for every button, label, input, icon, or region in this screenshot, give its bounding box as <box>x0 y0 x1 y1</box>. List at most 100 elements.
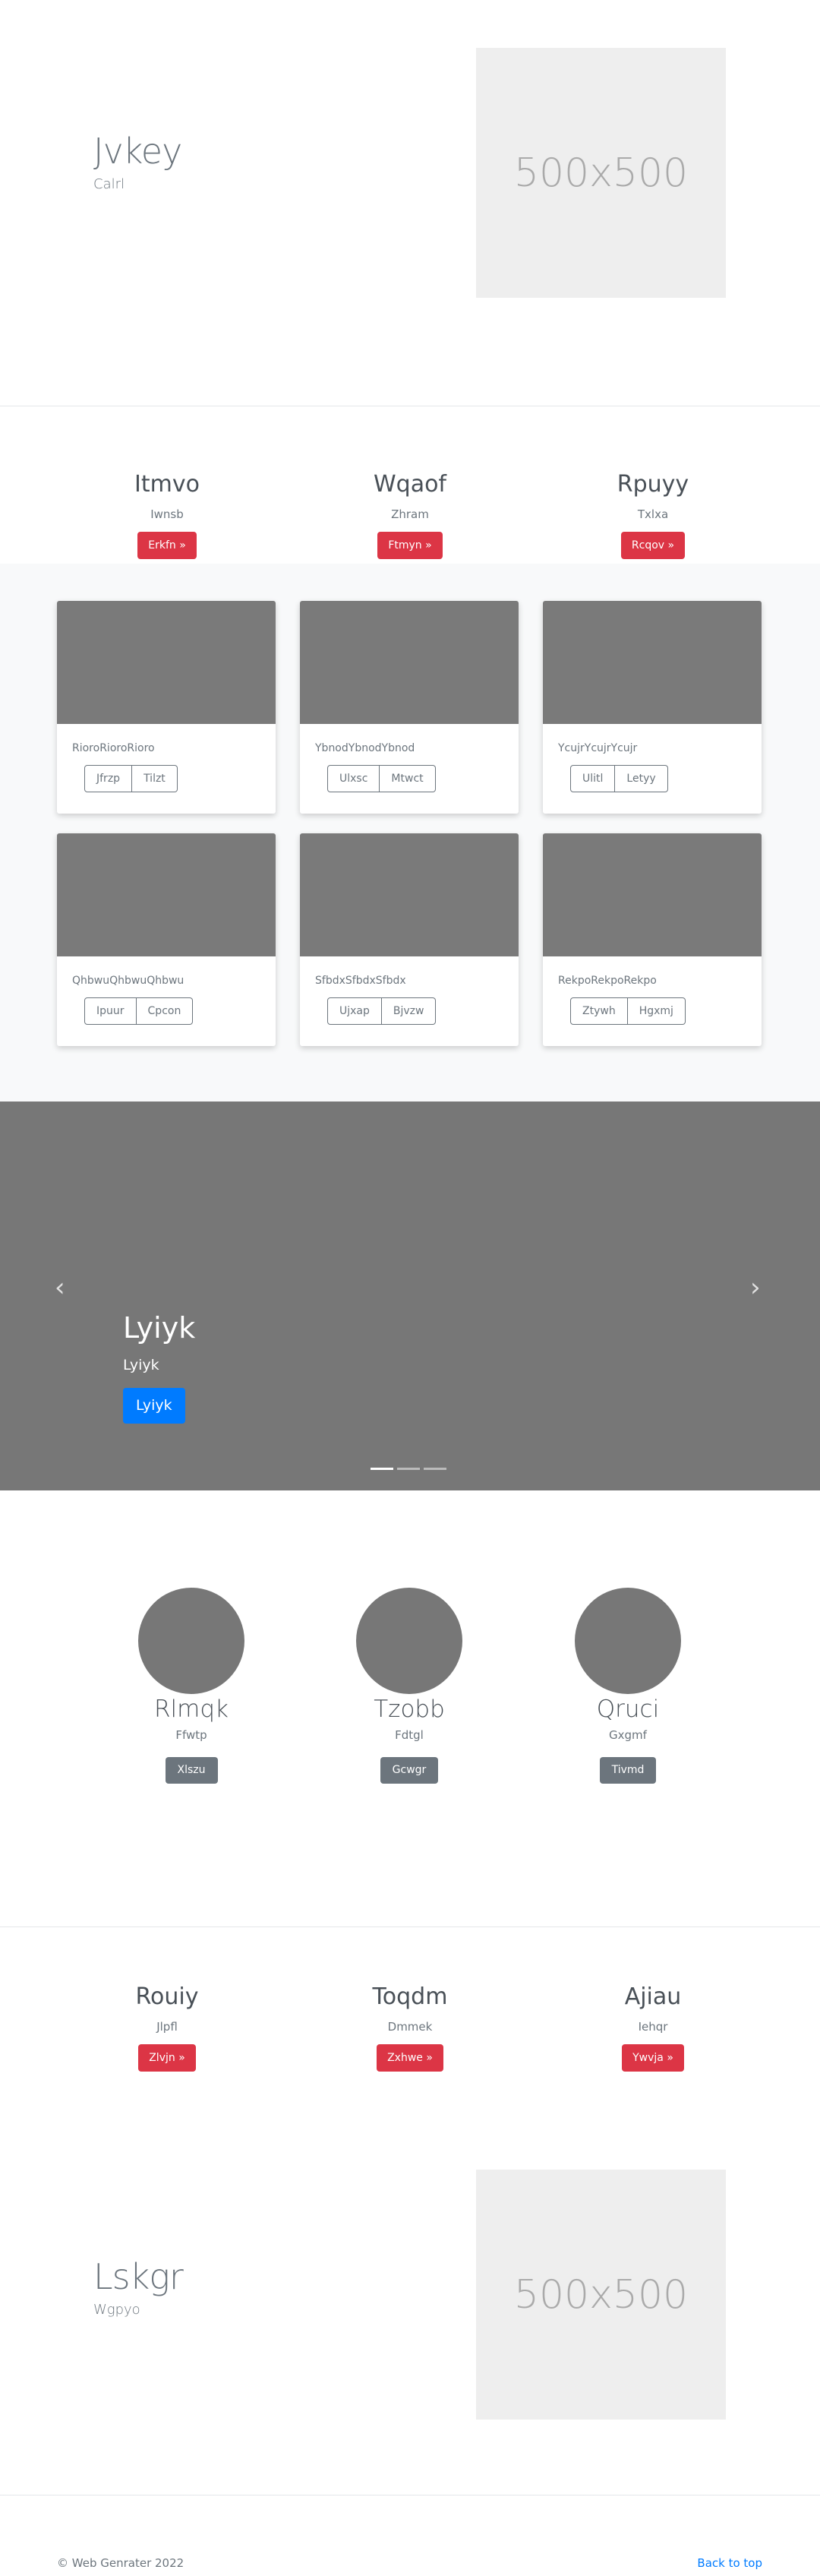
card-text: YcujrYcujrYcujr <box>558 742 638 754</box>
feature-title: Rpuyy <box>617 471 689 498</box>
card-button-group: Ipuur Cpcon <box>84 997 194 1025</box>
member-role: Fdtgl <box>395 1728 424 1743</box>
placeholder-label: 500x500 <box>513 150 689 196</box>
hero-text: Lskgr Wgpyo <box>93 2256 184 2318</box>
card-button-edit[interactable]: Mtwct <box>380 765 436 792</box>
member-name: Rlmqk <box>154 1696 229 1723</box>
team-section: Rlmqk Ffwtp Xlszu Tzobb Fdtgl Gcwgr Qruc… <box>0 1490 820 1927</box>
card-text: SfbdxSfbdxSfbdx <box>315 975 406 987</box>
hero-placeholder-image: 500x500 <box>476 48 726 298</box>
features-section-2: Rouiy Jlpfl Zlvjn » Toqdm Dmmek Zxhwe » … <box>0 1927 820 2123</box>
card: SfbdxSfbdxSfbdx Ujxap Bjvzw <box>300 833 519 1046</box>
card-button-group: Jfrzp Tilzt <box>84 765 178 792</box>
feature-button[interactable]: Ftmyn » <box>377 532 443 559</box>
team-member: Tzobb Fdtgl Gcwgr <box>318 1588 500 1784</box>
feature-subtitle: Txlxa <box>637 507 669 521</box>
carousel-button[interactable]: Lyiyk <box>123 1388 185 1424</box>
card-button-edit[interactable]: Tilzt <box>132 765 178 792</box>
card-button-group: Ulitl Letyy <box>570 765 668 792</box>
card-button-edit[interactable]: Hgxmj <box>627 997 686 1025</box>
feature-item: Toqdm Dmmek Zxhwe » <box>319 1983 501 2072</box>
card-image <box>300 833 519 956</box>
card-button-group: Ztywh Hgxmj <box>570 997 686 1025</box>
cards-section: RioroRioroRioro Jfrzp Tilzt YbnodYbnodYb… <box>0 564 820 1102</box>
back-to-top-link[interactable]: Back to top <box>697 2556 762 2570</box>
feature-title: Ajiau <box>624 1983 682 2010</box>
feature-item: Rpuyy Txlxa Rcqov » <box>562 471 744 559</box>
carousel-indicator[interactable] <box>424 1468 446 1470</box>
card-image <box>543 601 762 724</box>
hero-section: Jvkey Calrl 500x500 <box>0 0 820 406</box>
feature-subtitle: Zhram <box>391 507 429 521</box>
team-member: Rlmqk Ffwtp Xlszu <box>100 1588 282 1784</box>
card: YbnodYbnodYbnod Ulxsc Mtwct <box>300 601 519 814</box>
feature-item: Rouiy Jlpfl Zlvjn » <box>76 1983 258 2072</box>
card-button-view[interactable]: Jfrzp <box>84 765 133 792</box>
features-section: Itmvo Iwnsb Erkfn » Wqaof Zhram Ftmyn » … <box>0 406 820 564</box>
hero-title: Jvkey <box>93 131 182 172</box>
feature-button[interactable]: Erkfn » <box>137 532 197 559</box>
card-button-group: Ujxap Bjvzw <box>327 997 437 1025</box>
card-image <box>300 601 519 724</box>
chevron-right-icon[interactable]: › <box>750 1275 761 1301</box>
carousel-subtitle: Lyiyk <box>123 1357 159 1373</box>
member-button[interactable]: Xlszu <box>165 1757 218 1784</box>
carousel-title: Lyiyk <box>123 1311 196 1345</box>
member-name: Tzobb <box>374 1696 445 1723</box>
feature-item: Wqaof Zhram Ftmyn » <box>319 471 501 559</box>
card-image <box>57 601 276 724</box>
feature-subtitle: Iehqr <box>638 2020 668 2034</box>
member-button[interactable]: Tivmd <box>599 1757 657 1784</box>
carousel-indicator[interactable] <box>397 1468 420 1470</box>
carousel-indicators <box>371 1468 446 1470</box>
hero-placeholder-image: 500x500 <box>476 2170 726 2420</box>
card-image <box>57 833 276 956</box>
footer: © Web Genrater 2022 Back to top <box>0 2495 820 2576</box>
feature-subtitle: Dmmek <box>387 2020 433 2034</box>
card: RioroRioroRioro Jfrzp Tilzt <box>57 601 276 814</box>
team-member: Qruci Gxgmf Tivmd <box>537 1588 719 1784</box>
feature-button[interactable]: Rcqov » <box>620 532 686 559</box>
card-text: QhbwuQhbwuQhbwu <box>72 975 184 987</box>
feature-subtitle: Jlpfl <box>156 2020 178 2034</box>
card-text: RekpoRekpoRekpo <box>558 975 657 987</box>
card-button-group: Ulxsc Mtwct <box>327 765 436 792</box>
card-button-view[interactable]: Ulxsc <box>327 765 380 792</box>
feature-button[interactable]: Zlvjn » <box>138 2044 196 2072</box>
card-button-view[interactable]: Ulitl <box>570 765 616 792</box>
feature-item: Itmvo Iwnsb Erkfn » <box>76 471 258 559</box>
avatar <box>575 1588 681 1694</box>
carousel: ‹ › Lyiyk Lyiyk Lyiyk <box>0 1102 820 1490</box>
card-button-view[interactable]: Ipuur <box>84 997 137 1025</box>
member-name: Qruci <box>596 1696 660 1723</box>
hero-section-2: Lskgr Wgpyo 500x500 <box>0 2123 820 2495</box>
carousel-indicator[interactable] <box>371 1468 393 1470</box>
card-button-edit[interactable]: Cpcon <box>136 997 194 1025</box>
member-role: Ffwtp <box>175 1728 207 1743</box>
hero-subtitle: Calrl <box>93 176 125 192</box>
feature-button[interactable]: Zxhwe » <box>377 2044 443 2072</box>
card-button-edit[interactable]: Bjvzw <box>381 997 437 1025</box>
feature-title: Toqdm <box>372 1983 448 2010</box>
feature-title: Itmvo <box>134 471 200 498</box>
feature-subtitle: Iwnsb <box>150 507 184 521</box>
feature-item: Ajiau Iehqr Ywvja » <box>562 1983 744 2072</box>
feature-button[interactable]: Ywvja » <box>622 2044 684 2072</box>
card: YcujrYcujrYcujr Ulitl Letyy <box>543 601 762 814</box>
chevron-left-icon[interactable]: ‹ <box>55 1275 65 1301</box>
member-button[interactable]: Gcwgr <box>380 1757 439 1784</box>
card-text: RioroRioroRioro <box>72 742 155 754</box>
card-text: YbnodYbnodYbnod <box>315 742 415 754</box>
feature-title: Wqaof <box>373 471 446 498</box>
card-button-view[interactable]: Ztywh <box>570 997 628 1025</box>
member-role: Gxgmf <box>609 1728 647 1743</box>
hero-title: Lskgr <box>93 2256 184 2297</box>
card-image <box>543 833 762 956</box>
card-button-edit[interactable]: Letyy <box>615 765 668 792</box>
avatar <box>138 1588 244 1694</box>
card: QhbwuQhbwuQhbwu Ipuur Cpcon <box>57 833 276 1046</box>
hero-subtitle: Wgpyo <box>93 2302 140 2318</box>
card-button-view[interactable]: Ujxap <box>327 997 382 1025</box>
placeholder-label: 500x500 <box>513 2271 689 2318</box>
card: RekpoRekpoRekpo Ztywh Hgxmj <box>543 833 762 1046</box>
